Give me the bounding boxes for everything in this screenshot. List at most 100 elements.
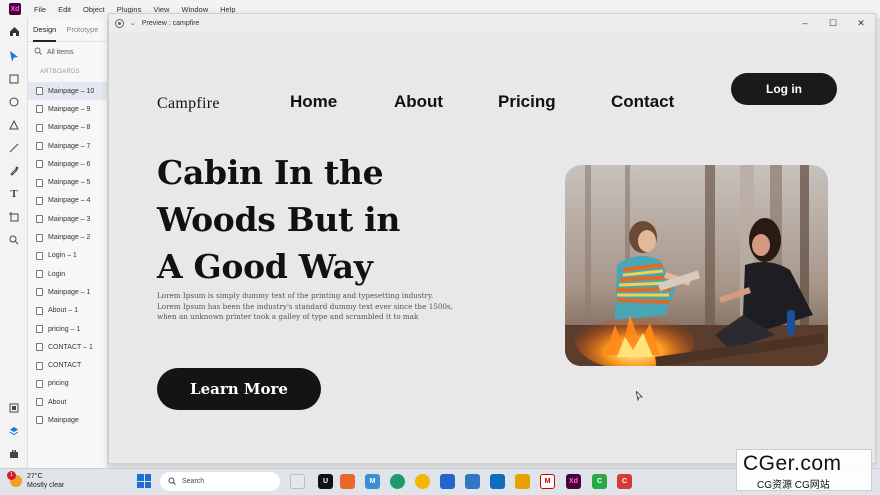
antivirus-icon[interactable]: M [540,474,555,489]
photoshop-icon[interactable] [465,474,480,489]
artboard-layer-item[interactable]: Mainpage – 8 [28,119,107,137]
artboard-layer-label: Mainpage – 1 [48,288,91,296]
text-icon[interactable]: T [6,186,22,202]
plugins-icon[interactable] [6,446,22,462]
rectangle-icon[interactable] [6,71,22,87]
weather-desc: Mostly clear [27,482,65,489]
artboard-layer-label: CONTACT – 1 [48,343,93,351]
artboard-layer-label: Mainpage – 6 [48,160,91,168]
artboard-icon [36,123,43,132]
adobe-xd-icon[interactable]: Xd [566,474,581,489]
files-icon[interactable] [515,474,530,489]
watermark-subtitle: CG资源 CG网站 [757,480,830,491]
menu-file[interactable]: File [34,5,46,14]
headline-line-3: A Good Way [157,247,373,286]
layers-search[interactable]: All items [28,42,107,62]
artboard-layer-item[interactable]: Mainpage – 9 [28,100,107,118]
unreal-engine-icon[interactable]: U [318,474,333,489]
artboard-layer-item[interactable]: Mainpage – 3 [28,210,107,228]
nav-contact[interactable]: Contact [611,92,674,112]
layers-icon[interactable] [6,423,22,439]
headline-line-1: Cabin In the [157,153,384,192]
hero-campfire-image [565,165,828,366]
artboard-layer-label: Mainpage – 4 [48,197,91,205]
artboard-layer-label: Mainpage – 10 [48,87,95,95]
watermark-title: CGer.com [743,452,842,475]
artboard-layer-item[interactable]: Mainpage – 4 [28,192,107,210]
artboard-layer-item[interactable]: Mainpage – 7 [28,137,107,155]
tab-prototype[interactable]: Prototype [61,18,103,42]
search-placeholder: All items [47,48,74,56]
artboard-icon [36,416,43,425]
artboard-layer-item[interactable]: Mainpage – 1 [28,283,107,301]
artboard-layer-label: Login – 1 [48,252,77,260]
menu-edit[interactable]: Edit [58,5,71,14]
nav-pricing[interactable]: Pricing [498,92,556,112]
taskbar-search[interactable]: Search [160,472,280,491]
artboard-icon [36,160,43,169]
close-button[interactable]: ✕ [847,14,875,32]
artboard-layer-item[interactable]: pricing [28,375,107,393]
record-icon[interactable] [115,18,124,28]
chevron-down-icon[interactable]: ⌄ [130,19,136,27]
pen-icon[interactable] [6,163,22,179]
artboard-layer-label: Mainpage – 8 [48,124,91,132]
weather-widget[interactable]: 1 27°C Mostly clear [7,471,65,490]
home-icon[interactable] [6,23,22,39]
artboard-layer-item[interactable]: Login – 1 [28,247,107,265]
artboard-layer-item[interactable]: Mainpage – 6 [28,155,107,173]
artboard-layer-label: Mainpage – 2 [48,234,91,242]
start-windows-icon[interactable] [137,474,151,488]
artboard-icon [36,398,43,407]
artboard-icon[interactable] [6,209,22,225]
learn-more-button[interactable]: Learn More [157,368,321,410]
artboard-layer-label: Mainpage – 7 [48,142,91,150]
line-icon[interactable] [6,140,22,156]
maximize-button[interactable]: ☐ [819,14,847,32]
artboard-layer-label: About [48,398,67,406]
artboard-layer-item[interactable]: Mainpage [28,411,107,429]
task-view-icon[interactable] [290,474,305,489]
triangle-icon[interactable] [6,117,22,133]
artboard-icon [36,87,43,96]
explorer-icon[interactable] [440,474,455,489]
minimize-button[interactable]: – [791,14,819,32]
artboard-layer-label: Mainpage – 9 [48,105,91,113]
zoom-icon[interactable] [6,232,22,248]
preview-window: ⌄ Preview : campfire – ☐ ✕ Campfire Home… [108,13,876,464]
camtasia-icon[interactable]: C [592,474,607,489]
nav-home[interactable]: Home [290,92,337,112]
recorder-icon[interactable]: C [617,474,632,489]
login-button[interactable]: Log in [731,73,837,105]
artboard-list: Mainpage – 10 Mainpage – 9 Mainpage – 8 Mai… [28,82,107,430]
tab-design[interactable]: Design [28,18,61,42]
artboard-layer-item[interactable]: Mainpage – 2 [28,228,107,246]
description-line-1: Lorem Ipsum is simply dummy text of the … [157,291,434,300]
site-logo[interactable]: Campfire [157,95,220,113]
blender-icon[interactable] [340,474,355,489]
artboard-layer-item[interactable]: Mainpage – 10 [28,82,107,101]
weather-temp: 27°C [27,473,43,480]
xd-logo-icon: Xd [9,3,21,15]
artboard-layer-item[interactable]: pricing – 1 [28,320,107,338]
weather-badge: 1 [7,471,16,480]
chrome-icon[interactable] [415,474,430,489]
artboard-layer-item[interactable]: About [28,393,107,411]
ellipse-icon[interactable] [6,94,22,110]
artboard-layer-item[interactable]: Login [28,265,107,283]
artboard-layer-item[interactable]: Mainpage – 5 [28,173,107,191]
edge-icon[interactable] [390,474,405,489]
artboard-layer-label: About – 1 [48,307,78,315]
maya-icon[interactable]: M [365,474,380,489]
assets-icon[interactable] [6,400,22,416]
outlook-icon[interactable] [490,474,505,489]
artboard-icon [36,288,43,297]
nav-about[interactable]: About [394,92,443,112]
artboard-layer-item[interactable]: About – 1 [28,302,107,320]
artboard-layer-label: Login [48,270,66,278]
select-arrow-icon[interactable] [6,48,22,64]
artboard-layer-item[interactable]: CONTACT [28,356,107,374]
artboard-layer-item[interactable]: CONTACT – 1 [28,338,107,356]
preview-titlebar: ⌄ Preview : campfire – ☐ ✕ [109,14,875,32]
menu-object[interactable]: Object [83,5,105,14]
